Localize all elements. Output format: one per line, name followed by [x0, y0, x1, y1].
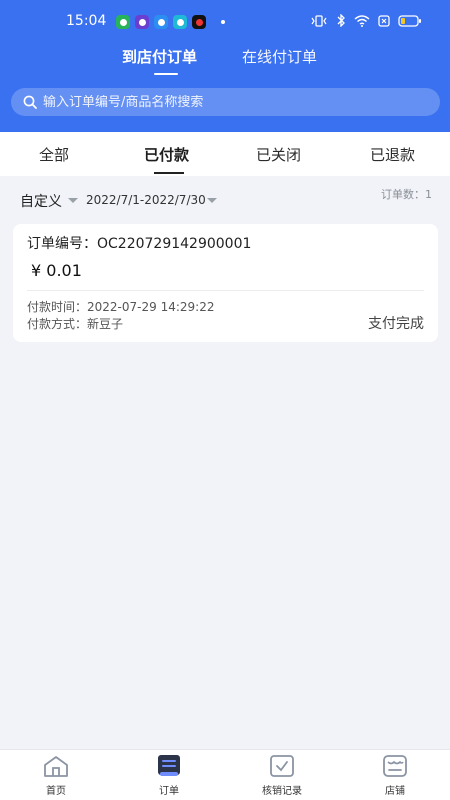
store-icon [383, 755, 407, 777]
order-number-value: OC220729142900001 [97, 236, 252, 252]
active-status-indicator [154, 172, 184, 174]
order-amount: ¥ 0.01 [31, 261, 82, 280]
order-type-tabs: 到店付订单 在线付订单 [0, 46, 450, 80]
app-notification-icon [154, 15, 168, 29]
order-status-tabs: 全部 已付款 已关闭 已退款 [0, 132, 450, 176]
tab-paid[interactable]: 已付款 [144, 144, 189, 165]
nav-label-orders: 订单 [159, 786, 179, 797]
nav-item-home[interactable]: 首页 [26, 754, 86, 800]
bottom-nav: 首页 订单 核销记录 店铺 [0, 749, 450, 800]
nav-item-orders[interactable]: 订单 [139, 754, 199, 800]
active-tab-indicator [154, 73, 178, 75]
home-icon [44, 756, 68, 777]
order-number: 订单编号：OC220729142900001 [27, 233, 251, 253]
more-notifications-dot [221, 20, 225, 24]
order-icon [158, 755, 180, 776]
divider [27, 290, 424, 291]
tab-refunded[interactable]: 已退款 [370, 144, 415, 165]
chevron-down-icon [207, 198, 217, 203]
date-range-dropdown[interactable]: 2022/7/1-2022/7/30 [86, 193, 206, 207]
app-notification-icon [173, 15, 187, 29]
wifi-icon [354, 14, 370, 27]
search-bar[interactable] [11, 88, 440, 116]
battery-icon [398, 14, 421, 27]
bluetooth-icon [337, 14, 345, 27]
tab-closed[interactable]: 已关闭 [256, 144, 301, 165]
filter-row: 自定义 2022/7/1-2022/7/30 订单数：1 [0, 182, 450, 216]
payment-time-value: 2022-07-29 14:29:22 [87, 300, 215, 314]
status-time: 15:04 [66, 13, 107, 29]
payment-method-label: 付款方式： [27, 317, 88, 331]
order-card[interactable]: 订单编号：OC220729142900001 ¥ 0.01 付款时间：2022-… [13, 224, 438, 342]
tab-online-orders[interactable]: 在线付订单 [242, 46, 317, 67]
sim-icon [378, 14, 390, 27]
tab-in-store-orders[interactable]: 到店付订单 [122, 46, 197, 67]
tab-all[interactable]: 全部 [39, 144, 69, 165]
search-icon [23, 95, 37, 109]
payment-time-label: 付款时间： [27, 300, 88, 314]
search-input[interactable] [43, 94, 403, 110]
nav-item-store[interactable]: 店铺 [365, 754, 425, 800]
order-count: 订单数：1 [381, 188, 432, 201]
order-status: 支付完成 [368, 316, 424, 332]
system-status-icons [310, 14, 422, 27]
app-notification-icon [192, 15, 206, 29]
notification-icons [116, 15, 225, 29]
nav-label-store: 店铺 [385, 786, 405, 797]
payment-time: 付款时间：2022-07-29 14:29:22 [27, 298, 214, 315]
verify-record-icon [270, 755, 294, 777]
nav-label-home: 首页 [46, 786, 66, 797]
payment-method: 付款方式：新豆子 [27, 315, 123, 332]
app-notification-icon [116, 15, 130, 29]
custom-filter-dropdown[interactable]: 自定义 [20, 191, 62, 211]
nav-item-verify-records[interactable]: 核销记录 [252, 754, 312, 800]
status-bar: 15:04 [0, 0, 450, 44]
order-number-label: 订单编号： [27, 236, 97, 252]
app-notification-icon [135, 15, 149, 29]
header: 15:04 到店付订单 在线付订单 [0, 0, 450, 132]
chevron-down-icon [68, 198, 78, 203]
nav-label-verify-records: 核销记录 [262, 786, 302, 797]
payment-method-value: 新豆子 [87, 317, 124, 331]
vibrate-icon [311, 14, 327, 27]
